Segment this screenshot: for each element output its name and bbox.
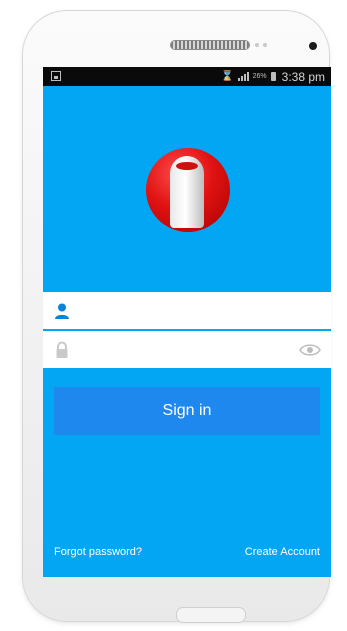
status-clock: 3:38 pm: [281, 69, 325, 84]
password-input[interactable]: [79, 335, 293, 366]
home-button[interactable]: [176, 607, 246, 623]
status-bar: ⌛ 26% 3:38 pm: [43, 67, 331, 86]
battery-icon: [270, 72, 276, 81]
hourglass-icon: ⌛: [221, 70, 234, 82]
phone-sensor: [263, 43, 267, 47]
create-account-link[interactable]: Create Account: [245, 546, 320, 558]
sign-in-button[interactable]: Sign in: [54, 387, 320, 435]
phone-speaker: [171, 41, 249, 49]
phone-sensor: [255, 43, 259, 47]
password-field[interactable]: [43, 331, 331, 368]
app-screen: ⌛ 26% 3:38 pm Sign in Forgot password? C…: [43, 67, 331, 577]
signal-icon: [237, 72, 249, 81]
app-logo: [146, 148, 230, 232]
battery-percent: 26%: [252, 73, 267, 80]
status-icons: ⌛ 26% 3:38 pm: [221, 69, 325, 84]
eye-icon[interactable]: [299, 341, 321, 359]
front-camera-icon: [309, 42, 317, 50]
user-icon: [55, 303, 69, 319]
username-field[interactable]: [43, 292, 331, 329]
gallery-icon: [51, 71, 61, 81]
logo-figure: [170, 156, 204, 228]
forgot-password-link[interactable]: Forgot password?: [54, 546, 142, 558]
username-input[interactable]: [79, 296, 293, 327]
lock-icon: [56, 341, 68, 358]
